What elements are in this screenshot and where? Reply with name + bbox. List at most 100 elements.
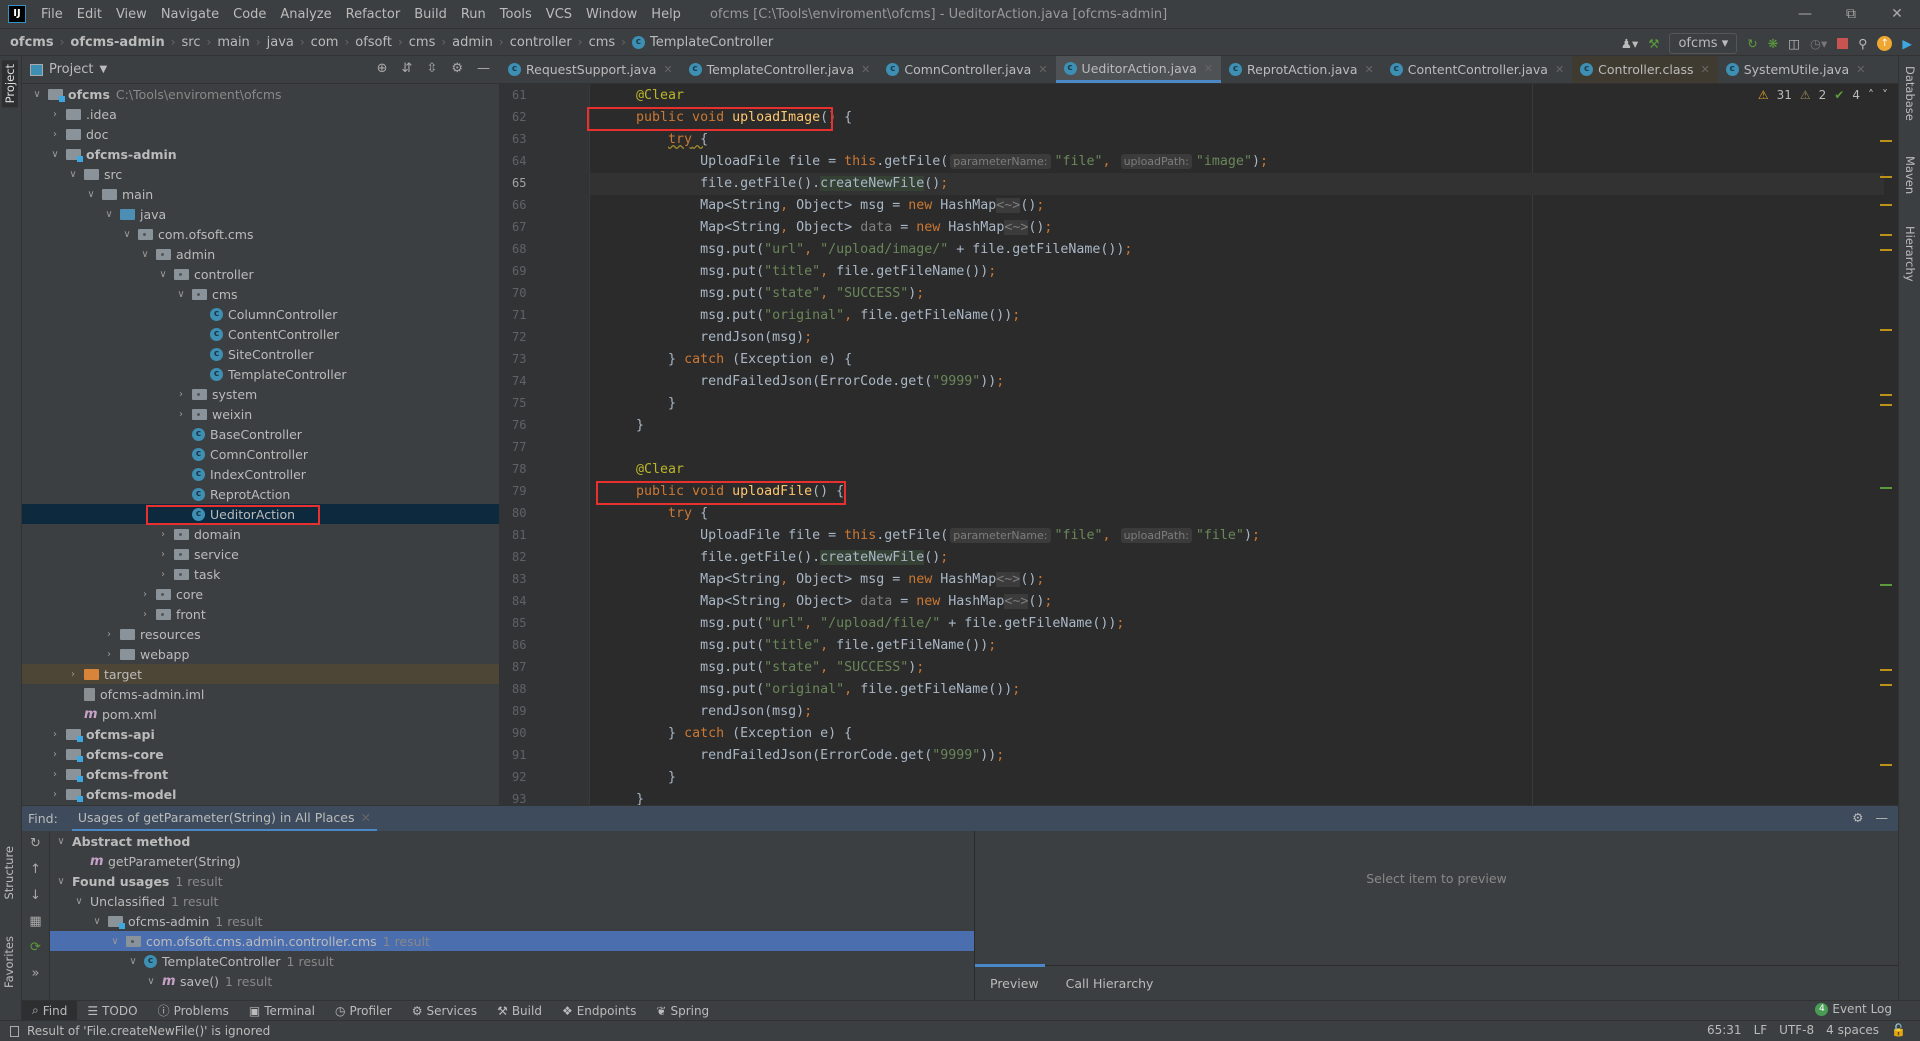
menu-navigate[interactable]: Navigate xyxy=(154,7,226,22)
code-line[interactable]: @Clear xyxy=(604,459,1884,481)
tree-item[interactable]: ∨ main xyxy=(22,184,499,204)
tree-item[interactable]: › weixin xyxy=(22,404,499,424)
tool-window-endpoints[interactable]: ❖ Endpoints xyxy=(552,1001,646,1021)
tab-systemutile-java[interactable]: c SystemUtile.java ✕ xyxy=(1718,56,1874,83)
tree-item[interactable]: ∨ java xyxy=(22,204,499,224)
menu-help[interactable]: Help xyxy=(644,7,688,22)
user-icon[interactable]: ♟▾ xyxy=(1621,36,1638,51)
tree-item[interactable]: › resources xyxy=(22,624,499,644)
status-message[interactable]: Result of 'File.createNewFile()' is igno… xyxy=(27,1024,270,1038)
structure-tool-button[interactable]: Structure xyxy=(2,846,16,900)
code-line[interactable]: UploadFile file = this.getFile(parameter… xyxy=(604,525,1884,547)
tree-item[interactable]: ∨ src xyxy=(22,164,499,184)
tree-item[interactable]: c ColumnController xyxy=(22,304,499,324)
breadcrumb-item[interactable]: ofsoft xyxy=(355,35,392,50)
chevron-down-icon[interactable]: ∨ xyxy=(138,249,152,260)
tab-comncontroller-java[interactable]: c ComnController.java ✕ xyxy=(878,56,1055,83)
menu-edit[interactable]: Edit xyxy=(70,7,109,22)
chevron-down-icon[interactable]: ∨ xyxy=(84,189,98,200)
chevron-down-icon[interactable]: ∨ xyxy=(72,896,86,907)
close-tab-icon[interactable]: ✕ xyxy=(1038,63,1047,76)
code-line[interactable]: msg.put("title", file.getFileName()); xyxy=(604,635,1884,657)
breadcrumb-item[interactable]: controller xyxy=(510,35,572,50)
tool-window-find[interactable]: ⌕ Find xyxy=(22,1000,78,1021)
menu-tools[interactable]: Tools xyxy=(493,7,539,22)
tool-window-services[interactable]: ⚙ Services xyxy=(402,1001,487,1021)
locate-icon[interactable]: ⊕ xyxy=(377,61,388,76)
menu-build[interactable]: Build xyxy=(407,7,454,22)
caret-position[interactable]: 65:31 xyxy=(1707,1023,1742,1037)
code-line[interactable]: rendFailedJson(ErrorCode.get("9999")); xyxy=(604,745,1884,767)
stop-icon[interactable] xyxy=(1837,37,1849,49)
tree-item[interactable]: ∨ admin xyxy=(22,244,499,264)
code-line[interactable]: file.getFile().createNewFile(); xyxy=(604,547,1884,569)
tree-item[interactable]: › service xyxy=(22,544,499,564)
event-log-button[interactable]: 4 Event Log xyxy=(1815,1002,1892,1016)
hierarchy-tool-button[interactable]: Hierarchy xyxy=(1903,226,1917,282)
menu-file[interactable]: File xyxy=(34,7,70,22)
tab-call-hierarchy[interactable]: Call Hierarchy xyxy=(1066,976,1154,991)
tab-templatecontroller-java[interactable]: c TemplateController.java ✕ xyxy=(681,56,879,83)
line-separator[interactable]: LF xyxy=(1754,1023,1768,1037)
gear-icon[interactable]: ⚙ xyxy=(1852,810,1863,825)
group-icon[interactable]: ▦ xyxy=(22,909,49,935)
code-line[interactable]: file.getFile().createNewFile(); xyxy=(590,173,1884,195)
tree-item[interactable]: c ContentController xyxy=(22,324,499,344)
code-line[interactable]: try { xyxy=(604,129,1884,151)
minimize-button[interactable]: — xyxy=(1782,0,1828,28)
previous-highlight-icon[interactable]: ˄ xyxy=(1868,88,1874,102)
chevron-right-icon[interactable]: › xyxy=(138,609,152,620)
menu-vcs[interactable]: VCS xyxy=(539,7,579,22)
plugin-icon[interactable]: ▶ xyxy=(1902,36,1912,51)
maven-tool-button[interactable]: Maven xyxy=(1903,156,1917,194)
tree-item[interactable]: c ReprotAction xyxy=(22,484,499,504)
breadcrumb-item[interactable]: cms xyxy=(409,35,436,50)
tree-item[interactable]: › core xyxy=(22,584,499,604)
chevron-down-icon[interactable]: ∨ xyxy=(156,269,170,280)
tree-item[interactable]: ∨ controller xyxy=(22,264,499,284)
profile-icon[interactable]: ◷▾ xyxy=(1810,36,1827,51)
code-line[interactable]: } xyxy=(604,393,1884,415)
breadcrumb-item[interactable]: com xyxy=(311,35,339,50)
code-line[interactable]: Map<String, Object> data = new HashMap<~… xyxy=(604,591,1884,613)
tree-item[interactable]: c SiteController xyxy=(22,344,499,364)
tree-item[interactable]: › target xyxy=(22,664,499,684)
menu-view[interactable]: View xyxy=(109,7,154,22)
close-tab-icon[interactable]: ✕ xyxy=(1555,63,1564,76)
usage-tree-item[interactable]: ∨ ofcms-admin 1 result xyxy=(50,911,974,931)
tab-ueditoraction-java[interactable]: c UeditorAction.java ✕ xyxy=(1055,56,1222,83)
tree-item[interactable]: c TemplateController xyxy=(22,364,499,384)
code-line[interactable]: Map<String, Object> msg = new HashMap<~>… xyxy=(604,195,1884,217)
code-line[interactable]: } catch (Exception e) { xyxy=(604,349,1884,371)
tool-window-spring[interactable]: ❦ Spring xyxy=(646,1001,719,1021)
tree-item[interactable]: › ofcms-api xyxy=(22,724,499,744)
tool-window-terminal[interactable]: ▣ Terminal xyxy=(239,1001,325,1021)
code-line[interactable]: rendJson(msg); xyxy=(604,327,1884,349)
tree-item[interactable]: ∨ ofcms-admin xyxy=(22,144,499,164)
usage-tree-item[interactable]: ∨ com.ofsoft.cms.admin.controller.cms 1 re… xyxy=(50,931,974,951)
rerun-icon[interactable]: ↻ xyxy=(1747,36,1757,51)
run-configuration-select[interactable]: ofcms ▾ xyxy=(1669,32,1738,54)
tree-item[interactable]: c IndexController xyxy=(22,464,499,484)
tree-item[interactable]: › domain xyxy=(22,524,499,544)
status-toggle-icon[interactable] xyxy=(10,1025,19,1037)
breadcrumb-item[interactable]: java xyxy=(267,35,294,50)
lock-icon[interactable]: 🔓 xyxy=(1891,1023,1906,1037)
code-line[interactable] xyxy=(604,437,1884,459)
code-line[interactable]: @Clear xyxy=(604,85,1884,107)
tool-window-profiler[interactable]: ◷ Profiler xyxy=(325,1001,402,1021)
close-tab-icon[interactable]: ✕ xyxy=(861,63,870,76)
chevron-right-icon[interactable]: › xyxy=(174,389,188,400)
tree-item[interactable]: c BaseController xyxy=(22,424,499,444)
code-line[interactable]: msg.put("url", "/upload/image/" + file.g… xyxy=(604,239,1884,261)
collapse-all-icon[interactable]: ⇳ xyxy=(426,61,437,76)
code-lines[interactable]: @Clear public void uploadImage() { try {… xyxy=(590,85,1884,805)
tree-item[interactable]: m pom.xml xyxy=(22,704,499,724)
tool-window-problems[interactable]: ⓘ Problems xyxy=(148,1001,239,1021)
chevron-right-icon[interactable]: › xyxy=(102,649,116,660)
tree-item[interactable]: c ComnController xyxy=(22,444,499,464)
menu-refactor[interactable]: Refactor xyxy=(339,7,408,22)
expand-all-icon[interactable]: ⇵ xyxy=(402,61,413,76)
chevron-right-icon[interactable]: › xyxy=(102,629,116,640)
code-line[interactable]: msg.put("original", file.getFileName()); xyxy=(604,679,1884,701)
